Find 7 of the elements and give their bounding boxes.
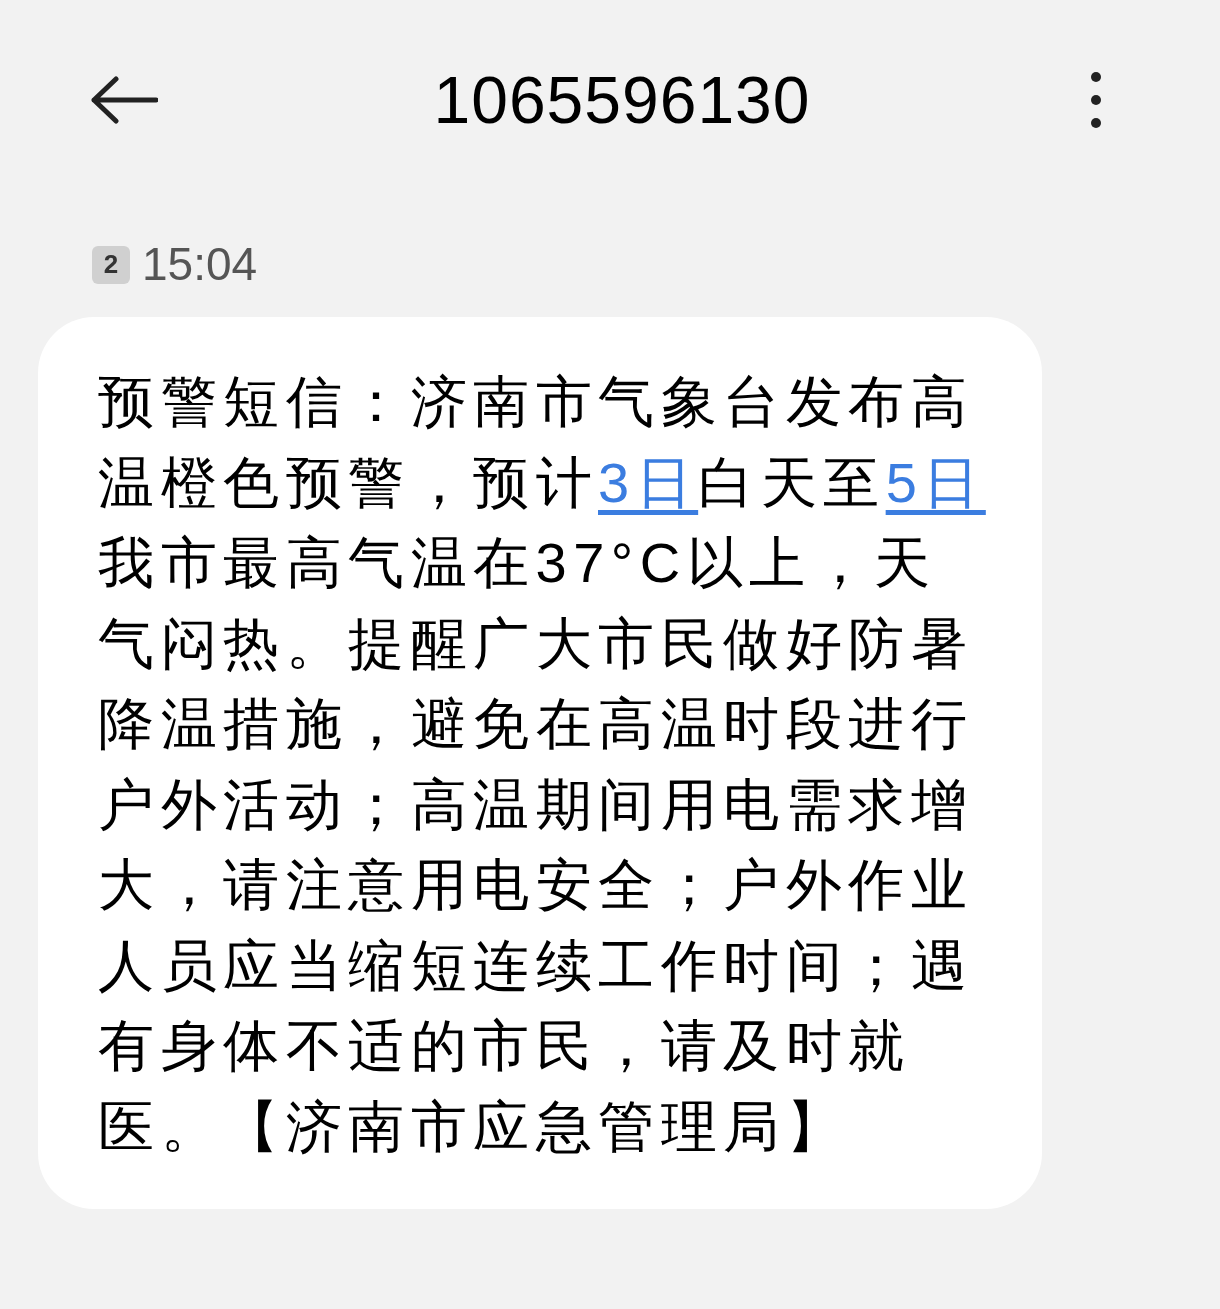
sim-badge: 2: [92, 245, 130, 284]
contact-title: 1065596130: [433, 61, 811, 139]
message-time: 15:04: [142, 237, 258, 292]
back-icon[interactable]: [88, 75, 160, 125]
date-link[interactable]: 5日: [885, 450, 986, 514]
date-link[interactable]: 3日: [598, 450, 699, 514]
message-text: 预警短信：济南市气象台发布高温橙色预警，预计3日 白天至5日 我市最高气温在37°C以上，天气闷热。提醒广大市民做好防暑降温措施，避免在高温时段进行户外活动；高温期间用电需求增大，请注意用电安全；户外作业人员应当缩短连续工作时间；遇有身体不适的市民，请及时就医。【济南市应急管理局】: [98, 369, 986, 1160]
